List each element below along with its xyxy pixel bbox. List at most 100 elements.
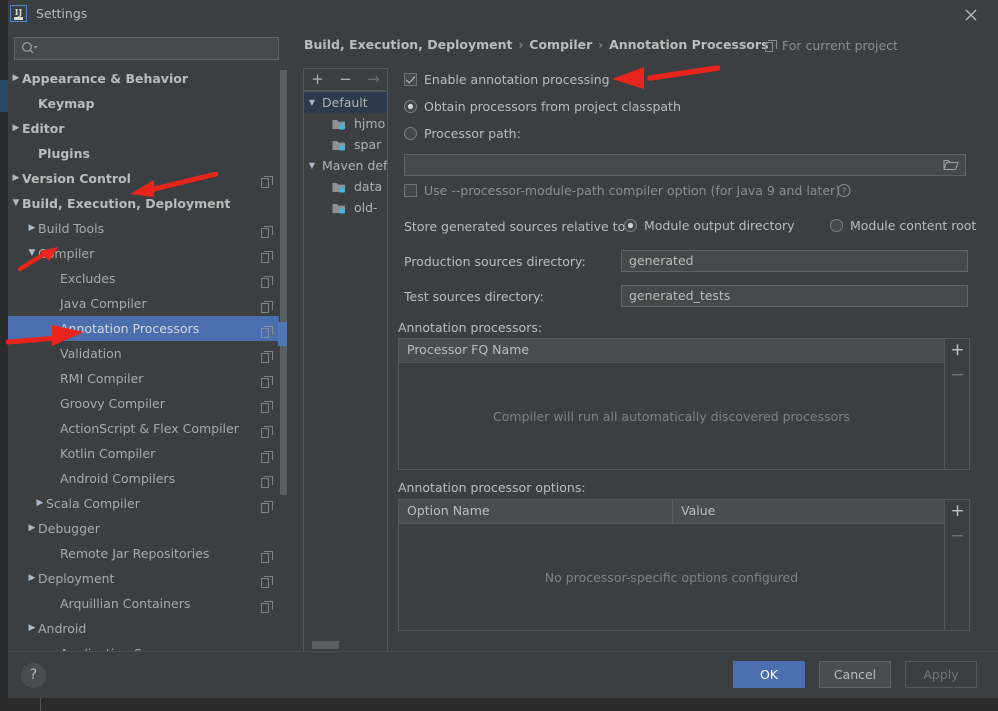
obtain-from-classpath-radio[interactable] bbox=[404, 100, 417, 113]
sidebar-item-remote-jar-repositories[interactable]: Remote Jar Repositories bbox=[8, 541, 287, 566]
sidebar-item-android[interactable]: ▶ Android bbox=[8, 616, 287, 641]
sidebar-item-label: Debugger bbox=[38, 521, 100, 536]
help-circle-icon[interactable]: ? bbox=[837, 183, 851, 200]
breadcrumb-item[interactable]: Annotation Processors bbox=[609, 37, 768, 52]
sidebar-item-excludes[interactable]: Excludes bbox=[8, 266, 287, 291]
profile-list-hscrollbar[interactable] bbox=[312, 641, 339, 649]
sidebar-item-debugger[interactable]: ▶ Debugger bbox=[8, 516, 287, 541]
sidebar-item-build-execution-deployment[interactable]: ▼ Build, Execution, Deployment bbox=[8, 191, 287, 216]
sidebar-item-appearance-behavior[interactable]: ▶ Appearance & Behavior bbox=[8, 66, 287, 91]
sidebar-item-build-tools[interactable]: ▶ Build Tools bbox=[8, 216, 287, 241]
breadcrumb-item[interactable]: Build, Execution, Deployment bbox=[304, 37, 512, 52]
profile-row[interactable]: data bbox=[304, 176, 387, 197]
sidebar-item-plugins[interactable]: Plugins bbox=[8, 141, 287, 166]
chevron-down-icon[interactable]: ▼ bbox=[306, 155, 318, 176]
sidebar-item-label: Build Tools bbox=[38, 221, 105, 236]
sidebar-item-version-control[interactable]: ▶ Version Control bbox=[8, 166, 287, 191]
sidebar-item-scala-compiler[interactable]: ▶ Scala Compiler bbox=[8, 491, 287, 516]
sidebar-item-label: Plugins bbox=[38, 146, 90, 161]
processor-path-radio[interactable] bbox=[404, 127, 417, 140]
module-content-root-radio[interactable] bbox=[830, 219, 843, 232]
sidebar-item-keymap[interactable]: Keymap bbox=[8, 91, 287, 116]
profile-row[interactable]: ▼ Default bbox=[304, 92, 387, 113]
search-input[interactable] bbox=[42, 38, 276, 61]
processors-table-side-toolbar: + − bbox=[944, 339, 969, 469]
production-sources-label: Production sources directory: bbox=[404, 254, 586, 269]
sidebar-item-label: Groovy Compiler bbox=[60, 396, 165, 411]
chevron-right-icon[interactable]: ▶ bbox=[25, 566, 39, 591]
cancel-button[interactable]: Cancel bbox=[819, 661, 891, 688]
enable-annotation-processing-checkbox[interactable] bbox=[404, 73, 417, 86]
add-profile-button[interactable]: + bbox=[304, 69, 331, 90]
ok-button[interactable]: OK bbox=[733, 661, 805, 688]
processors-table[interactable]: Processor FQ Name Compiler will run all … bbox=[398, 338, 970, 470]
test-sources-field[interactable]: generated_tests bbox=[621, 285, 968, 307]
sidebar-item-label: Excludes bbox=[60, 271, 116, 286]
profile-row[interactable]: hjmo bbox=[304, 113, 387, 134]
sidebar-item-annotation-processors[interactable]: Annotation Processors bbox=[8, 316, 287, 341]
processors-table-header: Processor FQ Name bbox=[399, 339, 944, 363]
chevron-right-icon[interactable]: ▶ bbox=[9, 116, 23, 141]
sidebar-item-application-s[interactable]: Application S bbox=[8, 641, 287, 651]
sidebar-item-validation[interactable]: Validation bbox=[8, 341, 287, 366]
chevron-right-icon[interactable]: ▶ bbox=[9, 166, 23, 191]
chevron-down-icon[interactable]: ▼ bbox=[306, 92, 318, 113]
processor-path-label: Processor path: bbox=[424, 126, 521, 141]
settings-tree[interactable]: ▶ Appearance & Behavior Keymap ▶ Editor Plugi… bbox=[8, 66, 287, 651]
processor-path-field[interactable] bbox=[404, 154, 966, 176]
sidebar-item-kotlin-compiler[interactable]: Kotlin Compiler bbox=[8, 441, 287, 466]
move-to-profile-button[interactable]: → bbox=[360, 69, 387, 90]
breadcrumb-item[interactable]: Compiler bbox=[529, 37, 592, 52]
sidebar-item-label: ActionScript & Flex Compiler bbox=[60, 421, 239, 436]
sidebar-item-actionscript-flex-compiler[interactable]: ActionScript & Flex Compiler bbox=[8, 416, 287, 441]
sidebar-item-label: Scala Compiler bbox=[46, 496, 140, 511]
module-content-root-label: Module content root bbox=[850, 218, 977, 233]
close-icon[interactable] bbox=[962, 6, 980, 24]
profile-row[interactable]: old- bbox=[304, 197, 387, 218]
search-box[interactable] bbox=[14, 37, 279, 61]
sidebar-item-label: Arquillian Containers bbox=[60, 596, 191, 611]
profile-label: spar bbox=[354, 137, 382, 152]
remove-profile-button[interactable]: − bbox=[332, 69, 359, 90]
dialog-footer: ? OK Cancel Apply bbox=[8, 651, 998, 699]
sidebar-item-label: Annotation Processors bbox=[60, 321, 200, 336]
sidebar-item-label: Kotlin Compiler bbox=[60, 446, 156, 461]
sidebar-item-java-compiler[interactable]: Java Compiler bbox=[8, 291, 287, 316]
help-button[interactable]: ? bbox=[21, 663, 46, 688]
chevron-right-icon[interactable]: ▶ bbox=[25, 516, 39, 541]
profile-row[interactable]: ▼ Maven def bbox=[304, 155, 387, 176]
folder-browse-icon[interactable] bbox=[943, 158, 959, 175]
chevron-right-icon[interactable]: ▶ bbox=[33, 491, 47, 516]
title-bar: IJ Settings bbox=[0, 0, 998, 28]
profile-list[interactable]: ▼ Default hjmo spar ▼ Maven def data old- bbox=[303, 91, 388, 654]
chevron-right-icon[interactable]: ▶ bbox=[25, 216, 39, 241]
processor-module-path-checkbox[interactable] bbox=[404, 184, 417, 197]
add-processor-button[interactable]: + bbox=[945, 340, 970, 360]
logo-underbar bbox=[13, 17, 23, 20]
sidebar-item-arquillian-containers[interactable]: Arquillian Containers bbox=[8, 591, 287, 616]
sidebar-scrollbar-thumb[interactable] bbox=[280, 70, 287, 495]
options-table-empty-text: No processor-specific options configured bbox=[544, 570, 799, 585]
options-table-side-toolbar: + − bbox=[944, 500, 969, 630]
editor-highlight-strip bbox=[0, 80, 8, 112]
remove-option-button[interactable]: − bbox=[945, 526, 970, 546]
sidebar-item-rmi-compiler[interactable]: RMI Compiler bbox=[8, 366, 287, 391]
sidebar-item-editor[interactable]: ▶ Editor bbox=[8, 116, 287, 141]
module-output-directory-radio[interactable] bbox=[624, 219, 637, 232]
chevron-down-icon[interactable]: ▼ bbox=[25, 241, 39, 266]
options-table[interactable]: Option Name Value No processor-specific … bbox=[398, 499, 970, 631]
sidebar-item-groovy-compiler[interactable]: Groovy Compiler bbox=[8, 391, 287, 416]
profile-row[interactable]: spar bbox=[304, 134, 387, 155]
chevron-down-icon[interactable]: ▼ bbox=[9, 191, 23, 216]
profile-toolbar: + − → bbox=[303, 68, 388, 91]
sidebar-item-label: Editor bbox=[22, 121, 65, 136]
chevron-right-icon[interactable]: ▶ bbox=[25, 616, 39, 641]
remove-processor-button[interactable]: − bbox=[945, 365, 970, 385]
production-sources-field[interactable]: generated bbox=[621, 250, 968, 272]
add-option-button[interactable]: + bbox=[945, 501, 970, 521]
sidebar-item-android-compilers[interactable]: Android Compilers bbox=[8, 466, 287, 491]
sidebar-item-compiler[interactable]: ▼ Compiler bbox=[8, 241, 287, 266]
sidebar-item-deployment[interactable]: ▶ Deployment bbox=[8, 566, 287, 591]
chevron-right-icon[interactable]: ▶ bbox=[9, 66, 23, 91]
apply-button[interactable]: Apply bbox=[905, 661, 977, 688]
